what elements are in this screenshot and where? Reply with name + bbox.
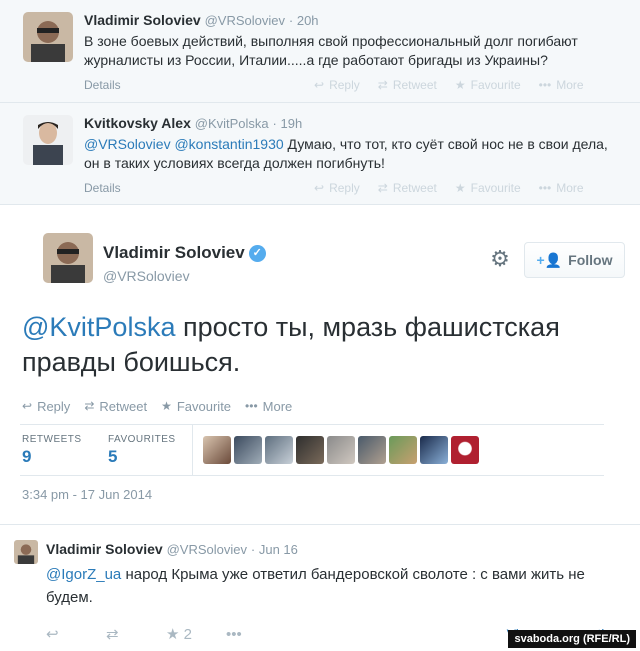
retweet-button[interactable]: ⇄ Retweet (84, 399, 147, 414)
retweet-icon: ⇄ (106, 626, 119, 643)
avatar[interactable] (23, 12, 73, 62)
retweet-button[interactable]: ⇄ Retweet (378, 181, 437, 195)
avatar[interactable] (23, 115, 73, 165)
avatar[interactable] (43, 233, 93, 283)
mention-link[interactable]: @IgorZ_ua (46, 566, 121, 583)
tweet-text: В зоне боевых действий, выполняя свой пр… (84, 33, 578, 68)
details-link[interactable]: Details (84, 78, 314, 92)
avatar[interactable] (14, 540, 38, 564)
more-button[interactable]: ••• More (539, 181, 584, 195)
reply-icon: ↩ (46, 626, 59, 643)
author-handle[interactable]: @VRSoloviev (103, 268, 190, 284)
reply-button[interactable]: ↩ (46, 625, 106, 643)
reply-button[interactable]: ↩ Reply (22, 399, 70, 414)
avatar[interactable] (358, 436, 386, 464)
favourite-button[interactable]: ★ Favourite (161, 399, 231, 414)
tweet-time[interactable]: · Jun 16 (251, 542, 298, 557)
reply-icon: ↩ (22, 399, 33, 413)
more-icon: ••• (538, 78, 552, 92)
author-name-text: Vladimir Soloviev (103, 243, 245, 262)
context-tweet[interactable]: Vladimir Soloviev @VRSoloviev · 20h В зо… (0, 0, 640, 102)
verified-badge-icon: ✓ (248, 244, 266, 262)
avatar[interactable] (420, 436, 448, 464)
author-name[interactable]: Vladimir Soloviev (84, 12, 201, 28)
favourite-button[interactable]: ★ Favourite (455, 78, 521, 92)
reply-tweet[interactable]: Vladimir Soloviev @VRSoloviev · Jun 16 @… (0, 524, 640, 645)
favourite-count: 2 (183, 625, 192, 643)
tweet-text: @KvitPolska просто ты, мразь фашистская … (20, 310, 620, 380)
author-handle[interactable]: @VRSoloviev (205, 13, 285, 28)
favourites-stat[interactable]: FAVOURITES 5 (106, 434, 192, 467)
watermark: svaboda.org (RFE/RL) (508, 630, 636, 648)
more-icon: ••• (226, 625, 242, 643)
add-user-icon: +👤 (536, 251, 563, 268)
more-icon: ••• (538, 181, 552, 195)
more-button[interactable]: ••• (226, 626, 286, 643)
author-name[interactable]: Vladimir Soloviev ✓ (103, 243, 266, 263)
retweet-button[interactable]: ⇄ (106, 625, 166, 643)
gear-icon[interactable]: ⚙ (486, 245, 514, 273)
mention-link[interactable]: @KvitPolska (22, 312, 175, 342)
follow-label: Follow (568, 252, 613, 268)
tweet-text: @IgorZ_ua народ Крыма уже ответил бандер… (46, 563, 620, 609)
tweet-time[interactable]: · 19h (273, 116, 303, 131)
star-icon: ★ (454, 78, 466, 92)
favourite-button[interactable]: ★ 2 (166, 625, 226, 644)
avatar[interactable] (203, 436, 231, 464)
conversation-context: Vladimir Soloviev @VRSoloviev · 20h В зо… (0, 0, 640, 205)
author-handle[interactable]: @VRSoloviev (167, 542, 247, 557)
tweet-time[interactable]: · 20h (289, 13, 319, 28)
avatar[interactable] (451, 436, 479, 464)
author-name[interactable]: Kvitkovsky Alex (84, 115, 191, 131)
star-icon: ★ (161, 399, 172, 413)
avatar[interactable] (296, 436, 324, 464)
favourite-button[interactable]: ★ Favourite (455, 181, 521, 195)
reply-icon: ↩ (314, 181, 325, 195)
star-icon: ★ (166, 626, 180, 643)
follow-button[interactable]: +👤 Follow (524, 242, 625, 278)
context-tweet[interactable]: Kvitkovsky Alex @KvitPolska · 19h @VRSol… (0, 102, 640, 204)
star-icon: ★ (454, 181, 466, 195)
more-button[interactable]: ••• More (245, 399, 292, 414)
retweets-count: 9 (22, 446, 32, 466)
tweet-stats: RETWEETS 9 FAVOURITES 5 (20, 424, 604, 476)
reply-button[interactable]: ↩ Reply (314, 78, 360, 92)
retweet-icon: ⇄ (84, 399, 95, 413)
divider (192, 424, 193, 476)
tweet-text: @VRSoloviev @konstantin1930 Думаю, что т… (84, 135, 620, 173)
retweet-icon: ⇄ (377, 78, 388, 92)
favourites-count: 5 (108, 446, 118, 466)
tweet-timestamp[interactable]: 3:34 pm - 17 Jun 2014 (20, 487, 620, 502)
favoriter-avatars (203, 436, 479, 464)
avatar[interactable] (265, 436, 293, 464)
reply-icon: ↩ (314, 78, 325, 92)
avatar[interactable] (327, 436, 355, 464)
mention-link[interactable]: @konstantin1930 (174, 136, 283, 152)
retweets-stat[interactable]: RETWEETS 9 (20, 434, 106, 467)
retweet-icon: ⇄ (377, 181, 388, 195)
main-tweet: Vladimir Soloviev ✓ @VRSoloviev ⚙ +👤 Follo… (0, 205, 640, 502)
favourites-label: FAVOURITES (108, 433, 176, 445)
tweet-body: народ Крыма уже ответил бандеровской сво… (46, 566, 585, 606)
avatar[interactable] (234, 436, 262, 464)
retweets-label: RETWEETS (22, 433, 82, 445)
more-icon: ••• (245, 399, 258, 413)
details-link[interactable]: Details (84, 181, 314, 195)
retweet-button[interactable]: ⇄ Retweet (378, 78, 437, 92)
reply-button[interactable]: ↩ Reply (314, 181, 360, 195)
more-button[interactable]: ••• More (539, 78, 584, 92)
author-name[interactable]: Vladimir Soloviev (46, 541, 163, 557)
author-handle[interactable]: @KvitPolska (195, 116, 269, 131)
avatar[interactable] (389, 436, 417, 464)
mention-link[interactable]: @VRSoloviev (84, 136, 171, 152)
